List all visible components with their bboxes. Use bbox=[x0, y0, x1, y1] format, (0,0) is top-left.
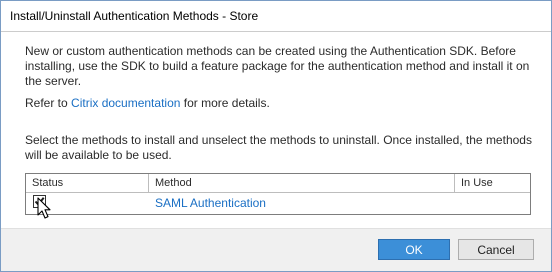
column-header-method[interactable]: Method bbox=[149, 174, 455, 192]
table-header: Status Method In Use bbox=[26, 174, 530, 193]
refer-text: Refer to Citrix documentation for more d… bbox=[25, 96, 533, 111]
title-bar: Install/Uninstall Authentication Methods… bbox=[1, 1, 551, 31]
citrix-documentation-link[interactable]: Citrix documentation bbox=[71, 96, 180, 110]
intro-text: New or custom authentication methods can… bbox=[25, 44, 530, 88]
methods-table: Status Method In Use SAML Authentication bbox=[25, 173, 531, 215]
method-name: SAML Authentication bbox=[155, 196, 266, 210]
instructions-text: Select the methods to install and unsele… bbox=[25, 133, 532, 162]
table-row[interactable]: SAML Authentication bbox=[26, 193, 530, 213]
install-uninstall-dialog: Install/Uninstall Authentication Methods… bbox=[0, 0, 552, 272]
refer-prefix: Refer to bbox=[25, 96, 72, 110]
column-header-in-use[interactable]: In Use bbox=[455, 174, 530, 192]
cancel-button[interactable]: Cancel bbox=[458, 239, 534, 260]
title-separator bbox=[1, 31, 551, 32]
dialog-title: Install/Uninstall Authentication Methods… bbox=[10, 9, 259, 23]
ok-button[interactable]: OK bbox=[378, 239, 450, 260]
button-bar: OK Cancel bbox=[1, 228, 551, 271]
refer-suffix: for more details. bbox=[180, 96, 270, 110]
mouse-pointer-icon bbox=[37, 197, 51, 219]
column-header-status[interactable]: Status bbox=[26, 174, 149, 192]
